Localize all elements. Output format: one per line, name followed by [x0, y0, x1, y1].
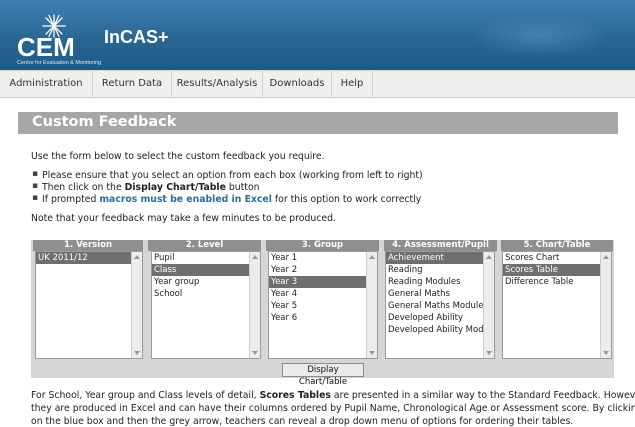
nav-help[interactable]: Help [332, 71, 373, 97]
nav-return-data[interactable]: Return Data [93, 71, 172, 97]
bullet-text: for this option to work correctly [271, 194, 422, 205]
list-option[interactable]: School [152, 288, 260, 300]
nav-results-analysis[interactable]: Results/Analysis [172, 71, 263, 97]
list-option[interactable]: Scores Table [503, 264, 611, 276]
site-header: CEM Centre for Evaluation & Monitoring I… [0, 0, 635, 70]
listbox-scrollbar[interactable] [483, 252, 494, 358]
list-option[interactable]: Year 2 [269, 264, 377, 276]
list-option[interactable]: Year 6 [269, 312, 377, 324]
description-text: they are produced in Excel and can have … [31, 403, 635, 414]
page-title-bar: Custom Feedback [18, 112, 618, 134]
scroll-up-arrow-icon[interactable] [252, 255, 258, 259]
list-option[interactable]: UK 2011/12 [36, 252, 142, 264]
nav-downloads[interactable]: Downloads [263, 71, 332, 97]
description-text: For School, Year group and Class levels … [31, 390, 260, 401]
listbox-scrollbar[interactable] [366, 252, 377, 358]
cem-logo[interactable]: CEM [17, 32, 75, 63]
bullet-text: Please ensure that you select an option … [42, 170, 423, 181]
note-text: Note that your feedback may take a few m… [31, 213, 336, 224]
description-text: on the blue box and then the grey arrow,… [31, 416, 574, 427]
instruction-bullet: Then click on the Display Chart/Table bu… [32, 181, 260, 193]
scroll-down-arrow-icon[interactable] [603, 351, 609, 355]
list-option[interactable]: Developed Ability Mod [386, 324, 494, 336]
level-listbox[interactable]: Pupil Class Year group School [151, 251, 261, 359]
list-option[interactable]: Reading [386, 264, 494, 276]
display-chart-table-button[interactable]: Display Chart/Table [282, 363, 364, 387]
main-nav: Administration Return Data Results/Analy… [0, 70, 635, 98]
bullet-text: If prompted [42, 194, 100, 205]
list-option[interactable]: Developed Ability [386, 312, 494, 324]
list-option[interactable]: Year group [152, 276, 260, 288]
bullet-emphasis: Display Chart/Table [124, 182, 226, 193]
group-listbox[interactable]: Year 1 Year 2 Year 3 Year 4 Year 5 Year … [268, 251, 378, 359]
nav-administration[interactable]: Administration [0, 71, 93, 97]
description-line: For School, Year group and Class levels … [31, 390, 635, 401]
listbox-scrollbar[interactable] [249, 252, 260, 358]
scroll-up-arrow-icon[interactable] [134, 255, 140, 259]
scroll-up-arrow-icon[interactable] [603, 255, 609, 259]
bullet-text: button [225, 182, 260, 193]
description-line: on the blue box and then the grey arrow,… [31, 416, 573, 427]
column-header-group: 3. Group [266, 240, 379, 251]
version-listbox[interactable]: UK 2011/12 [35, 251, 143, 359]
list-option[interactable]: General Maths Modules [386, 300, 494, 312]
scroll-down-arrow-icon[interactable] [369, 351, 375, 355]
header-decoration [470, 14, 610, 58]
list-option[interactable]: Year 1 [269, 252, 377, 264]
scroll-up-arrow-icon[interactable] [486, 255, 492, 259]
list-option[interactable]: Year 3 [269, 276, 377, 288]
description-text: are presented in a similar way to the St… [330, 390, 635, 401]
listbox-scrollbar[interactable] [600, 252, 611, 358]
list-option[interactable]: Scores Chart [503, 252, 611, 264]
intro-text: Use the form below to select the custom … [31, 151, 325, 162]
list-option[interactable]: General Maths [386, 288, 494, 300]
cem-logo-subtitle: Centre for Evaluation & Monitoring [17, 60, 102, 66]
list-option[interactable]: Year 5 [269, 300, 377, 312]
scroll-down-arrow-icon[interactable] [134, 351, 140, 355]
description-line: they are produced in Excel and can have … [31, 403, 635, 414]
app-name: InCAS+ [104, 27, 169, 47]
column-header-chart-table: 5. Chart/Table [501, 240, 613, 251]
page-title: Custom Feedback [32, 114, 177, 130]
chart-table-listbox[interactable]: Scores Chart Scores Table Difference Tab… [502, 251, 612, 359]
scroll-down-arrow-icon[interactable] [252, 351, 258, 355]
instruction-bullet: If prompted macros must be enabled in Ex… [32, 193, 422, 205]
list-option[interactable]: Class [152, 264, 260, 276]
list-option[interactable]: Achievement [386, 252, 494, 264]
column-header-assessment: 4. Assessment/Pupil [384, 240, 497, 251]
scroll-up-arrow-icon[interactable] [369, 255, 375, 259]
column-header-level: 2. Level [148, 240, 261, 251]
scroll-down-arrow-icon[interactable] [486, 351, 492, 355]
column-header-version: 1. Version [33, 240, 143, 251]
macros-link[interactable]: macros must be enabled in Excel [99, 194, 272, 205]
list-option[interactable]: Pupil [152, 252, 260, 264]
listbox-scrollbar[interactable] [131, 252, 142, 358]
bullet-text: Then click on the [42, 182, 125, 193]
instruction-bullet: Please ensure that you select an option … [32, 169, 423, 181]
list-option[interactable]: Difference Table [503, 276, 611, 288]
list-option[interactable]: Year 4 [269, 288, 377, 300]
list-option[interactable]: Reading Modules [386, 276, 494, 288]
assessment-listbox[interactable]: Achievement Reading Reading Modules Gene… [385, 251, 495, 359]
description-emphasis: Scores Tables [259, 390, 331, 401]
